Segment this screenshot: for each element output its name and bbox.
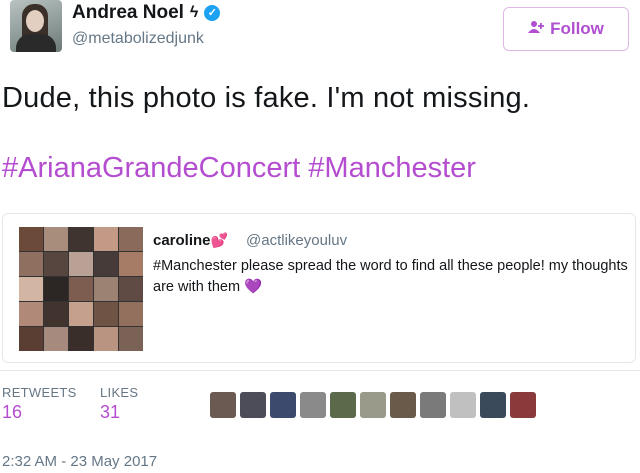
liker-avatar[interactable]	[510, 392, 536, 418]
author-avatar[interactable]	[10, 0, 62, 52]
likes-label: LIKES	[100, 385, 139, 400]
quoted-tweet-text: #Manchester please spread the word to fi…	[153, 256, 629, 298]
bolt-symbol: ϟ	[189, 4, 199, 21]
quoted-author-name-text: caroline	[153, 232, 211, 249]
missing-person-photo	[69, 327, 93, 351]
liker-avatars	[210, 392, 536, 418]
quoted-photo-grid[interactable]	[19, 227, 143, 351]
divider	[0, 370, 640, 371]
missing-person-photo	[119, 227, 143, 251]
liker-avatar[interactable]	[480, 392, 506, 418]
missing-person-photo	[94, 327, 118, 351]
missing-person-photo	[69, 302, 93, 326]
add-user-icon	[528, 20, 545, 38]
missing-person-photo	[119, 302, 143, 326]
likes-stat[interactable]: LIKES 31	[100, 385, 138, 423]
liker-avatar[interactable]	[450, 392, 476, 418]
missing-person-photo	[94, 277, 118, 301]
author-handle[interactable]: @metabolizedjunk	[72, 30, 204, 48]
liker-avatar[interactable]	[240, 392, 266, 418]
purple-heart-emoji: 💜	[244, 279, 263, 295]
liker-avatar[interactable]	[300, 392, 326, 418]
missing-person-photo	[44, 227, 68, 251]
retweets-label: RETWEETS	[2, 385, 77, 400]
quoted-tweet[interactable]: caroline💕 @actlikeyouluv #Manchester ple…	[2, 213, 636, 363]
missing-person-photo	[44, 252, 68, 276]
retweets-stat[interactable]: RETWEETS 16	[2, 385, 77, 423]
hearts-emoji: 💕	[210, 232, 228, 248]
author-name-row: Andrea Noel ϟ ✓	[72, 2, 221, 24]
hashtag-link[interactable]: #ArianaGrandeConcert	[2, 152, 300, 184]
liker-avatar[interactable]	[210, 392, 236, 418]
missing-person-photo	[19, 252, 43, 276]
liker-avatar[interactable]	[270, 392, 296, 418]
quoted-author-handle[interactable]: @actlikeyouluv	[246, 232, 347, 249]
missing-person-photo	[94, 252, 118, 276]
quoted-tweet-body: #Manchester please spread the word to fi…	[153, 258, 628, 295]
missing-person-photo	[44, 327, 68, 351]
follow-button[interactable]: Follow	[503, 7, 629, 51]
follow-label: Follow	[550, 19, 604, 38]
missing-person-photo	[119, 277, 143, 301]
missing-person-photo	[119, 327, 143, 351]
retweets-count: 16	[2, 402, 23, 422]
liker-avatar[interactable]	[420, 392, 446, 418]
tweet-text: Dude, this photo is fake. I'm not missin…	[2, 82, 531, 114]
tweet-timestamp[interactable]: 2:32 AM - 23 May 2017	[2, 453, 157, 470]
likes-count: 31	[100, 402, 121, 422]
missing-person-photo	[69, 227, 93, 251]
missing-person-photo	[94, 302, 118, 326]
missing-person-photo	[19, 302, 43, 326]
missing-person-photo	[69, 277, 93, 301]
avatar-body	[16, 34, 56, 52]
missing-person-photo	[19, 327, 43, 351]
missing-person-photo	[19, 277, 43, 301]
avatar-face	[26, 10, 44, 32]
tweet-hashtags: #ArianaGrandeConcert #Manchester	[2, 152, 476, 185]
liker-avatar[interactable]	[390, 392, 416, 418]
missing-person-photo	[119, 252, 143, 276]
missing-person-photo	[19, 227, 43, 251]
hashtag-link[interactable]: #Manchester	[308, 152, 476, 184]
missing-person-photo	[44, 302, 68, 326]
missing-person-photo	[44, 277, 68, 301]
author-name[interactable]: Andrea Noel	[72, 2, 184, 24]
liker-avatar[interactable]	[360, 392, 386, 418]
missing-person-photo	[69, 252, 93, 276]
missing-person-photo	[94, 227, 118, 251]
liker-avatar[interactable]	[330, 392, 356, 418]
verified-badge-icon: ✓	[204, 5, 221, 21]
quoted-author-name[interactable]: caroline💕	[153, 232, 228, 249]
